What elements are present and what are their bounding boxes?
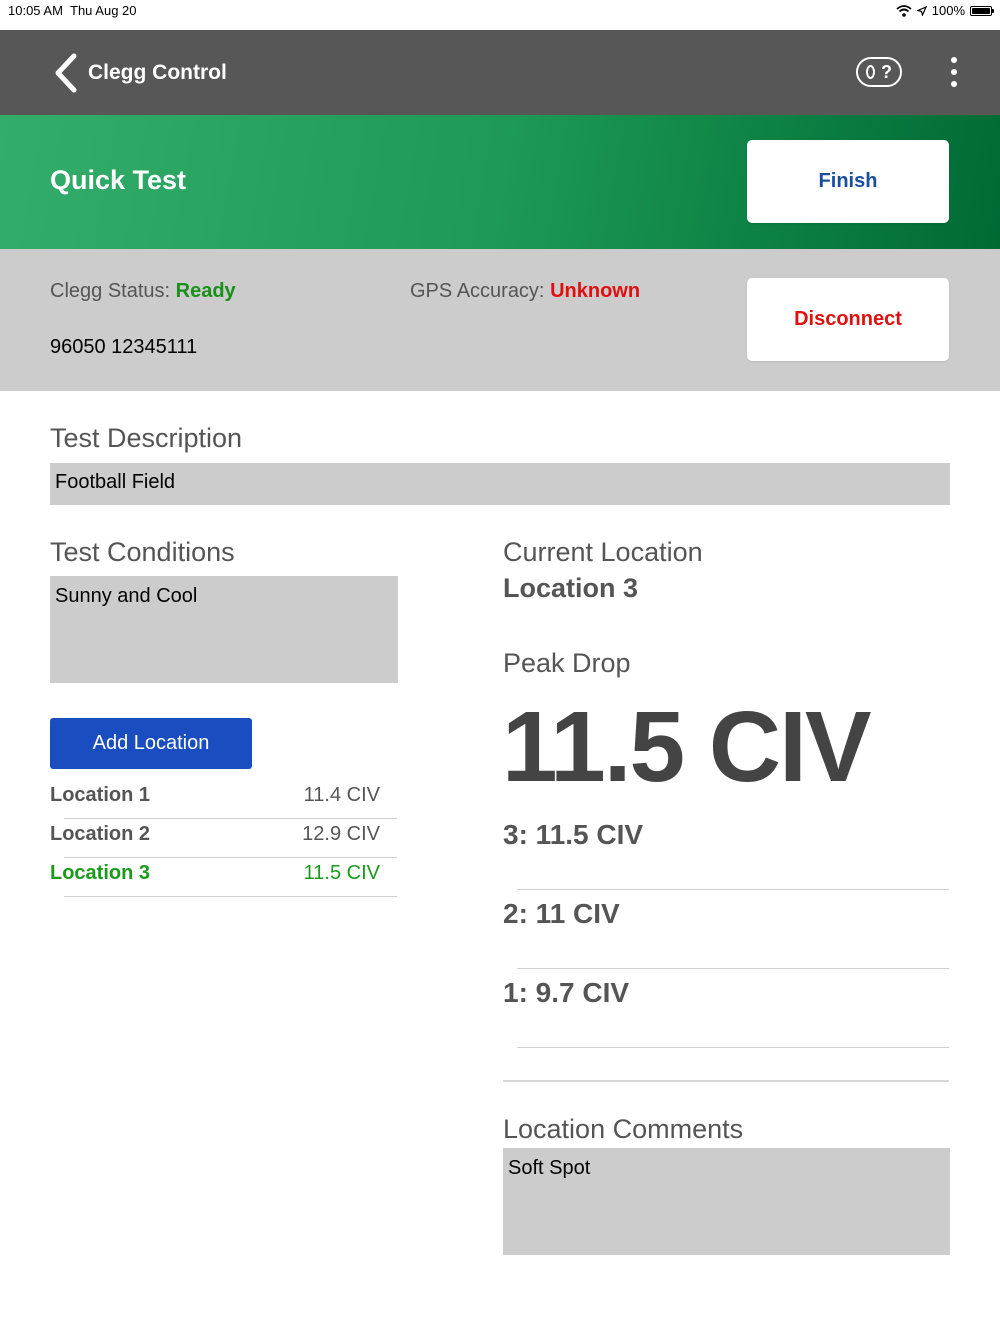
status-date: Thu Aug 20 [70, 3, 137, 18]
location-arrow-icon [916, 5, 927, 16]
status-time: 10:05 AM [8, 3, 63, 18]
screen-title: Quick Test [50, 165, 187, 195]
more-dot-icon [951, 69, 957, 75]
location-name: Location 3 [50, 862, 151, 884]
current-location-label: Current Location [503, 537, 703, 567]
location-comments-field[interactable]: Soft Spot [503, 1148, 950, 1255]
location-row-selected[interactable]: Location 3 11.5 CIV [50, 858, 397, 897]
location-comments-label: Location Comments [503, 1114, 744, 1144]
drop-row: 3: 11.5 CIV [503, 811, 949, 890]
clegg-status-label: Clegg Status: [50, 280, 176, 302]
test-description-label: Test Description [50, 423, 243, 453]
location-value: 11.4 CIV [303, 784, 380, 806]
drop-value: 1: 9.7 CIV [503, 977, 630, 1008]
status-bar: 10:05 AM Thu Aug 20 100% [0, 0, 1000, 30]
battery-icon [970, 5, 994, 16]
device-status-panel: Clegg Status: Ready GPS Accuracy: Unknow… [0, 249, 1000, 391]
device-icon [866, 65, 875, 79]
more-dot-icon [951, 57, 957, 63]
current-location-value: Location 3 [503, 573, 639, 603]
drop-value: 2: 11 CIV [503, 898, 620, 929]
drop-row: 1: 9.7 CIV [503, 969, 949, 1048]
test-description-field[interactable]: Football Field [50, 463, 950, 505]
help-button[interactable]: ? [856, 57, 902, 87]
wifi-icon [896, 4, 912, 17]
add-location-button[interactable]: Add Location [50, 718, 252, 769]
location-name: Location 1 [50, 784, 151, 806]
test-conditions-label: Test Conditions [50, 537, 235, 567]
location-value: 12.9 CIV [302, 823, 380, 845]
section-divider [503, 1080, 949, 1082]
nav-bar: Clegg Control ? [0, 30, 1000, 115]
clegg-status-value: Ready [175, 280, 236, 302]
chevron-left-icon [55, 53, 77, 93]
screen-header: Quick Test Finish [0, 115, 1000, 249]
back-button[interactable]: Clegg Control [52, 48, 227, 98]
nav-title: Clegg Control [88, 61, 227, 84]
help-icon: ? [881, 61, 892, 82]
test-conditions-field[interactable]: Sunny and Cool [50, 576, 398, 683]
gps-accuracy-label: GPS Accuracy: [410, 280, 551, 302]
drop-row: 2: 11 CIV [503, 890, 949, 969]
location-row[interactable]: Location 1 11.4 CIV [50, 780, 397, 819]
location-name: Location 2 [50, 823, 151, 845]
gps-accuracy-value: Unknown [550, 280, 641, 302]
finish-button[interactable]: Finish [747, 140, 949, 223]
disconnect-button[interactable]: Disconnect [747, 278, 949, 361]
more-dot-icon [951, 81, 957, 87]
status-right: 100% [896, 3, 994, 18]
peak-drop-value: 11.5 CIV [502, 691, 872, 803]
drop-value: 3: 11.5 CIV [503, 819, 644, 850]
row-divider [64, 896, 397, 897]
clegg-status: Clegg Status: Ready [50, 280, 236, 303]
device-serial: 96050 12345111 [50, 336, 198, 358]
location-value: 11.5 CIV [303, 862, 380, 884]
more-options-button[interactable] [946, 57, 962, 87]
row-divider [517, 1047, 949, 1048]
battery-percent: 100% [931, 3, 965, 18]
peak-drop-label: Peak Drop [503, 648, 631, 678]
gps-accuracy: GPS Accuracy: Unknown [410, 280, 640, 303]
location-row[interactable]: Location 2 12.9 CIV [50, 819, 397, 858]
